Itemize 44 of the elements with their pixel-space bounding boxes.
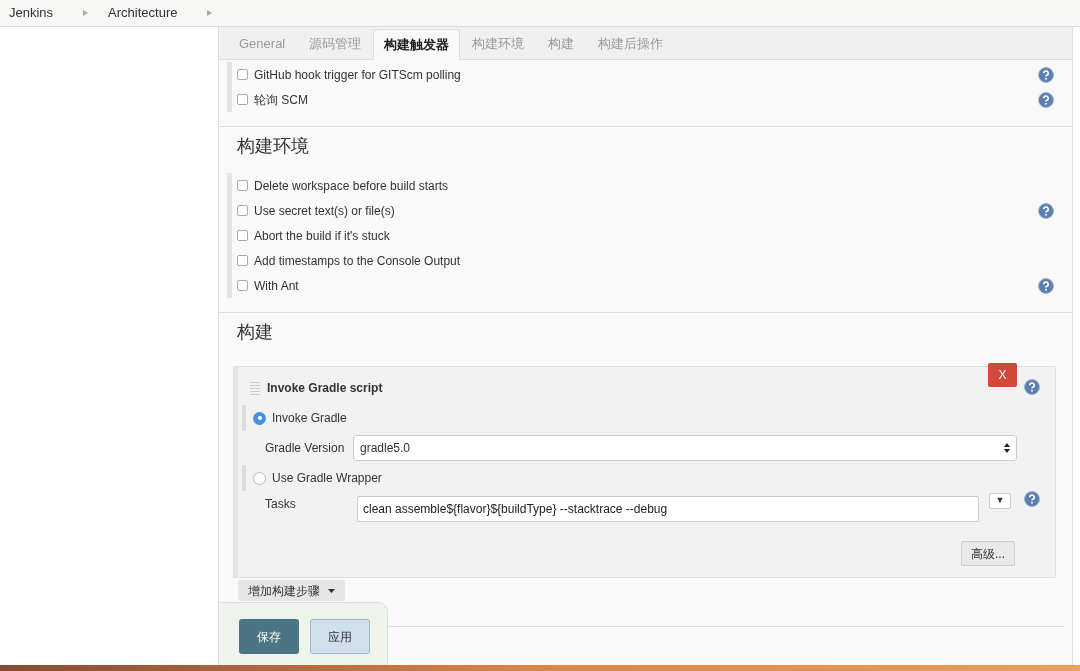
- apply-button[interactable]: 应用: [310, 619, 370, 654]
- option-label: 轮询 SCM: [254, 91, 308, 109]
- checkbox[interactable]: [237, 69, 248, 80]
- help-icon[interactable]: [1038, 202, 1054, 219]
- version-select[interactable]: gradle5.0: [353, 435, 1017, 461]
- tasks-field[interactable]: clean assemble${flavor}${buildType} --stacktrace --debug: [357, 496, 979, 522]
- help-icon[interactable]: [1038, 277, 1054, 294]
- add-step-button[interactable]: 增加构建步骤: [238, 580, 345, 601]
- radio-label: Use Gradle Wrapper: [272, 470, 382, 487]
- field-label: Gradle Version: [265, 440, 346, 457]
- checkbox[interactable]: [237, 280, 248, 291]
- checkbox[interactable]: [237, 255, 248, 266]
- option-label: Add timestamps to the Console Output: [254, 252, 461, 270]
- advanced-button[interactable]: 高级...: [961, 541, 1015, 566]
- option-label: With Ant: [254, 277, 299, 295]
- sort-arrows-icon: [1004, 443, 1010, 453]
- save-button[interactable]: 保存: [239, 619, 299, 654]
- option-label: Abort the build if it's stuck: [254, 227, 390, 245]
- option-label: Delete workspace before build starts: [254, 177, 449, 195]
- breadcrumb-link[interactable]: Architecture: [108, 3, 178, 23]
- tab[interactable]: 构建触发器: [373, 29, 461, 60]
- radio-label: Invoke Gradle: [272, 410, 347, 427]
- help-icon[interactable]: [1038, 66, 1054, 83]
- option-label: Use secret text(s) or file(s): [254, 202, 395, 220]
- remove-button[interactable]: X: [988, 363, 1017, 387]
- section-heading: 构建: [236, 321, 274, 344]
- caret-icon: [328, 588, 335, 593]
- field-label: Tasks: [265, 496, 297, 513]
- help-icon[interactable]: [1024, 379, 1040, 395]
- checkbox[interactable]: [237, 94, 248, 105]
- checkbox[interactable]: [237, 230, 248, 241]
- chevron-icon: [83, 10, 89, 16]
- chevron-icon: [207, 10, 213, 16]
- checkbox[interactable]: [237, 205, 248, 216]
- help-icon[interactable]: [1024, 491, 1040, 507]
- help-icon[interactable]: [1038, 91, 1054, 108]
- checkbox[interactable]: [237, 180, 248, 191]
- section-heading: 构建环境: [236, 135, 310, 158]
- radio-button[interactable]: [253, 411, 266, 425]
- step-title: Invoke Gradle script: [267, 380, 383, 397]
- radio-button[interactable]: [253, 471, 266, 485]
- option-label: GitHub hook trigger for GITScm polling: [254, 66, 461, 84]
- breadcrumb-link[interactable]: Jenkins: [9, 3, 54, 23]
- dropdown-button[interactable]: ▼: [989, 493, 1011, 509]
